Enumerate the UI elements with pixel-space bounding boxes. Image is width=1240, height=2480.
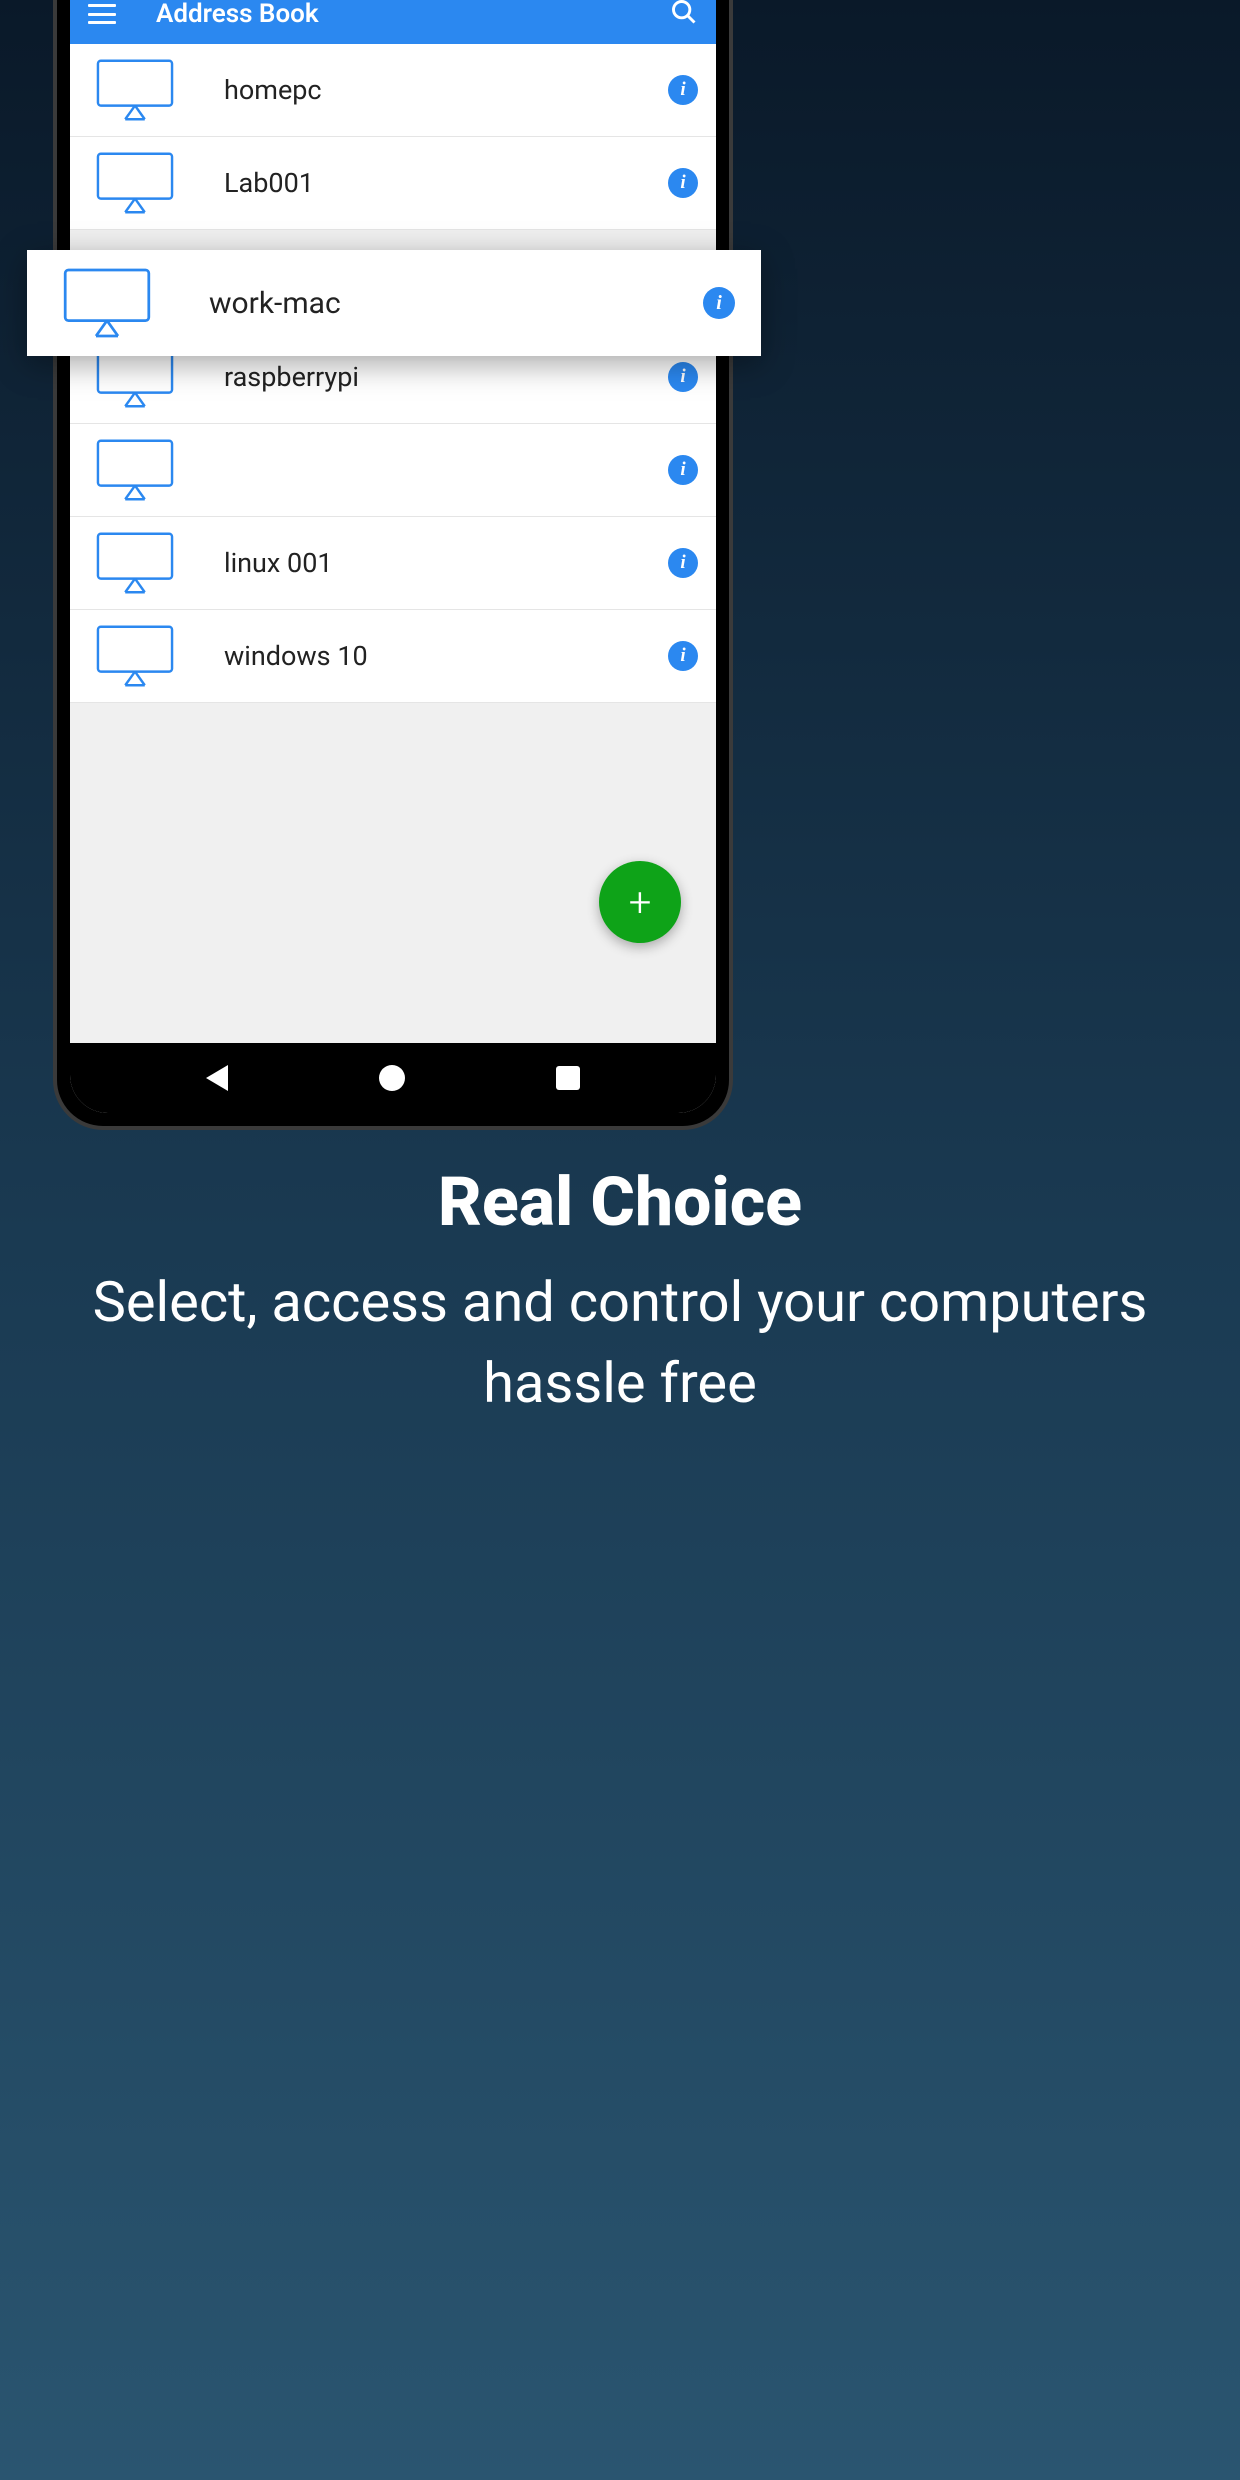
promo-title: Real Choice: [50, 1165, 1190, 1240]
device-name: windows 10: [224, 640, 668, 672]
monitor-icon: [96, 624, 174, 688]
info-icon[interactable]: i: [668, 548, 698, 578]
add-button[interactable]: +: [599, 861, 681, 943]
device-row[interactable]: windows 10 i: [70, 610, 716, 703]
device-name: homepc: [224, 74, 668, 106]
info-icon[interactable]: i: [668, 641, 698, 671]
info-icon[interactable]: i: [668, 455, 698, 485]
monitor-icon: [96, 438, 174, 502]
device-name: work-mac: [209, 286, 703, 321]
device-name: Lab001: [224, 167, 668, 199]
monitor-icon: [63, 267, 151, 339]
menu-icon[interactable]: [88, 4, 116, 24]
page-title: Address Book: [156, 0, 670, 29]
device-row-highlighted[interactable]: work-mac i: [27, 250, 761, 356]
promo-subtitle: Select, access and control your computer…: [50, 1262, 1190, 1424]
device-name: raspberrypi: [224, 361, 668, 393]
device-name: linux 001: [224, 547, 668, 579]
monitor-icon: [96, 531, 174, 595]
recents-icon[interactable]: [556, 1066, 580, 1090]
home-icon[interactable]: [379, 1065, 405, 1091]
back-icon[interactable]: [206, 1065, 228, 1091]
info-icon[interactable]: i: [703, 287, 735, 319]
device-row[interactable]: i: [70, 424, 716, 517]
info-icon[interactable]: i: [668, 75, 698, 105]
device-row[interactable]: linux 001 i: [70, 517, 716, 610]
android-nav-bar: [70, 1043, 716, 1113]
phone-screen: Address Book homepc i Lab001: [70, 0, 716, 1113]
monitor-icon: [96, 151, 174, 215]
app-bar: Address Book: [70, 0, 716, 44]
monitor-icon: [96, 58, 174, 122]
info-icon[interactable]: i: [668, 362, 698, 392]
phone-frame: Address Book homepc i Lab001: [53, 0, 733, 1130]
promo-text: Real Choice Select, access and control y…: [0, 1165, 1240, 1424]
device-row[interactable]: Lab001 i: [70, 137, 716, 230]
search-icon[interactable]: [670, 0, 698, 30]
info-icon[interactable]: i: [668, 168, 698, 198]
device-list: homepc i Lab001 i raspberrypi i: [70, 44, 716, 1043]
device-row[interactable]: homepc i: [70, 44, 716, 137]
